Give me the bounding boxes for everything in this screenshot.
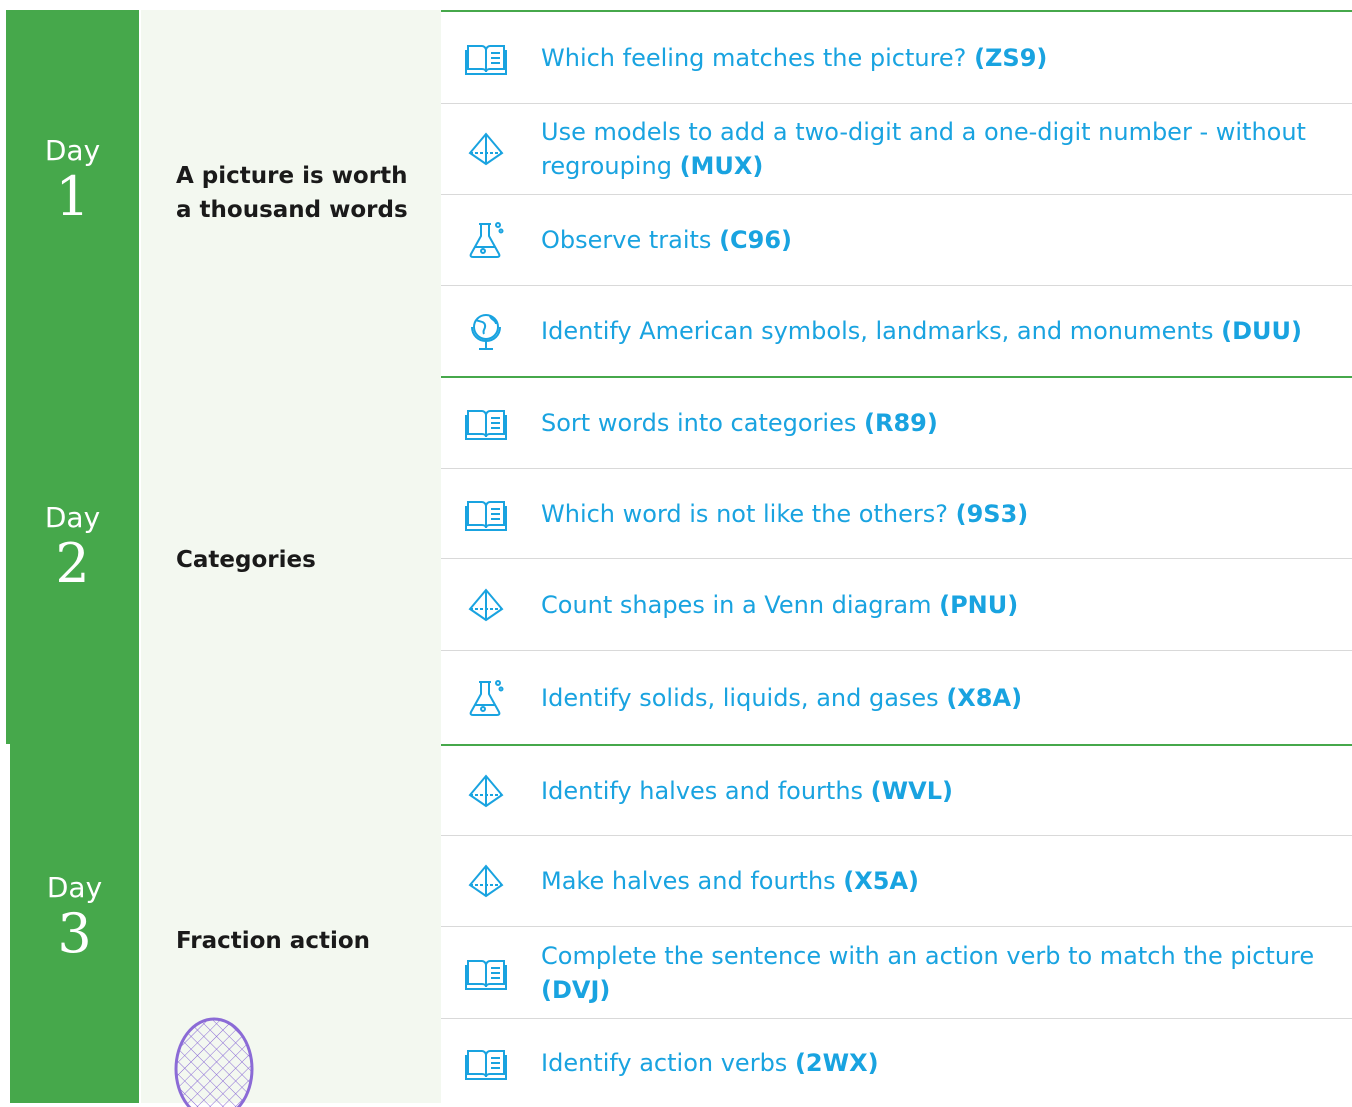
skill-code[interactable]: (X8A)	[946, 684, 1022, 712]
day-badge: Day 1	[6, 10, 139, 376]
skill-code[interactable]: (DVJ)	[541, 976, 610, 1004]
skill-title[interactable]: Identify halves and fourths	[541, 777, 863, 805]
skill-code[interactable]: (9S3)	[956, 500, 1029, 528]
skill-title[interactable]: Sort words into categories	[541, 409, 856, 437]
day-label: Day	[46, 871, 103, 904]
pyramid-icon	[463, 861, 509, 901]
book-icon	[463, 38, 509, 78]
skill-code[interactable]: (R89)	[864, 409, 938, 437]
globe-icon	[463, 311, 509, 351]
day-badge: Day 3	[10, 744, 139, 1103]
tennis-racket-icon	[174, 1017, 254, 1107]
skill-title[interactable]: Count shapes in a Venn diagram	[541, 591, 931, 619]
skill-row[interactable]: Make halves and fourths (X5A)	[441, 836, 1352, 927]
topic-title: Categories	[176, 547, 316, 573]
skill-code[interactable]: (PNU)	[939, 591, 1018, 619]
skill-title[interactable]: Make halves and fourths	[541, 867, 836, 895]
skill-title[interactable]: Use models to add a two-digit and a one-…	[541, 118, 1306, 180]
day-badge: Day 2	[6, 376, 139, 744]
day-label: Day	[44, 134, 101, 167]
day-1-block: Day 1 A picture is worth a thousand word…	[0, 10, 1352, 376]
topic-title: A picture is worth a thousand words	[176, 163, 408, 223]
skill-title[interactable]: Complete the sentence with an action ver…	[541, 942, 1314, 970]
skill-title[interactable]: Observe traits	[541, 226, 711, 254]
pyramid-icon	[463, 771, 509, 811]
skill-row[interactable]: Identify action verbs (2WX)	[441, 1019, 1352, 1107]
skill-row[interactable]: Count shapes in a Venn diagram (PNU)	[441, 559, 1352, 651]
topic-cell: A picture is worth a thousand words	[141, 10, 441, 376]
skill-title[interactable]: Identify action verbs	[541, 1049, 787, 1077]
skill-title[interactable]: Identify American symbols, landmarks, an…	[541, 317, 1213, 345]
skill-row[interactable]: Which feeling matches the picture? (ZS9)	[441, 12, 1352, 104]
day-number: 2	[55, 532, 90, 595]
skill-row[interactable]: Which word is not like the others? (9S3)	[441, 469, 1352, 559]
skill-code[interactable]: (2WX)	[795, 1049, 879, 1077]
flask-icon	[463, 678, 509, 718]
pyramid-icon	[463, 585, 509, 625]
skill-code[interactable]: (DUU)	[1221, 317, 1302, 345]
skill-row[interactable]: Observe traits (C96)	[441, 195, 1352, 286]
skill-row[interactable]: Complete the sentence with an action ver…	[441, 927, 1352, 1019]
topic-title: Fraction action	[176, 928, 371, 954]
skill-title[interactable]: Identify solids, liquids, and gases	[541, 684, 939, 712]
skill-row[interactable]: Sort words into categories (R89)	[441, 378, 1352, 469]
skill-title[interactable]: Which feeling matches the picture?	[541, 44, 966, 72]
topic-cell: Categories	[141, 376, 441, 744]
book-icon	[463, 953, 509, 993]
day-label: Day	[44, 501, 101, 534]
skill-code[interactable]: (WVL)	[871, 777, 953, 805]
skill-row[interactable]: Identify American symbols, landmarks, an…	[441, 286, 1352, 376]
skill-code[interactable]: (C96)	[719, 226, 792, 254]
skill-code[interactable]: (X5A)	[843, 867, 919, 895]
book-icon	[463, 1043, 509, 1083]
day-number: 1	[55, 165, 90, 228]
skill-title[interactable]: Which word is not like the others?	[541, 500, 948, 528]
flask-icon	[463, 220, 509, 260]
book-icon	[463, 494, 509, 534]
pyramid-icon	[463, 129, 509, 169]
book-icon	[463, 403, 509, 443]
day-2-block: Day 2 Categories Sort words into categor…	[0, 376, 1352, 744]
skill-row[interactable]: Identify solids, liquids, and gases (X8A…	[441, 651, 1352, 744]
skill-row[interactable]: Identify halves and fourths (WVL)	[441, 746, 1352, 836]
skill-row[interactable]: Use models to add a two-digit and a one-…	[441, 104, 1352, 195]
skill-code[interactable]: (ZS9)	[974, 44, 1047, 72]
day-number: 3	[57, 902, 92, 965]
skill-code[interactable]: (MUX)	[680, 152, 764, 180]
